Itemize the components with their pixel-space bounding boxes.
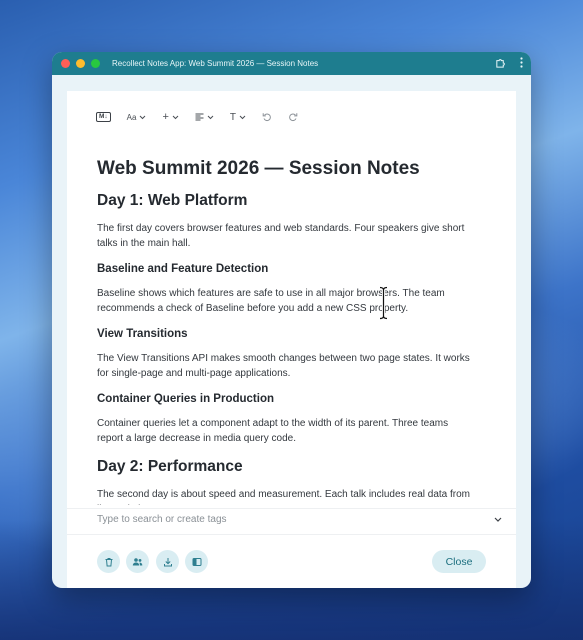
section-heading-baseline: Baseline and Feature Detection [97,263,269,275]
delete-button[interactable] [97,550,120,573]
chevron-down-icon [207,115,214,119]
format-toolbar: M↓ Aa + T [96,110,314,124]
align-menu-button[interactable] [195,113,214,121]
redo-icon [289,113,298,122]
download-button[interactable] [156,550,179,573]
align-left-icon [195,113,204,121]
more-menu-icon[interactable] [520,57,523,68]
close-button[interactable]: Close [432,550,486,573]
trash-icon [105,557,112,566]
chevron-down-icon [140,115,146,119]
panel-icon [192,557,201,566]
tag-bar [67,508,516,535]
people-icon [132,557,143,565]
title-bar[interactable]: Recollect Notes App: Web Summit 2026 — S… [52,52,531,75]
section-body-view-transitions: The View Transitions API makes smooth ch… [97,353,470,379]
sidebar-toggle-button[interactable] [185,550,208,573]
insert-label: + [162,111,169,123]
section-heading-view-transitions: View Transitions [97,328,188,340]
share-button[interactable] [126,550,149,573]
day1-heading: Day 1: Web Platform [97,192,248,209]
font-menu-button[interactable]: Aa [127,113,147,122]
day2-heading: Day 2: Performance [97,458,243,475]
text-style-label: T [229,111,237,123]
window-controls [61,59,100,68]
minimize-window-button[interactable] [76,59,85,68]
chevron-down-icon [172,115,179,119]
section-body-baseline: Baseline shows which features are safe t… [97,288,445,314]
section-body-container-queries: Container queries let a component adapt … [97,418,449,444]
close-window-button[interactable] [61,59,70,68]
text-cursor-icon [379,286,388,320]
note-content[interactable]: Web Summit 2026 — Session Notes Day 1: W… [97,157,477,505]
extension-icon[interactable] [495,57,506,68]
insert-menu-button[interactable]: + [162,111,179,123]
window-title: Recollect Notes App: Web Summit 2026 — S… [112,59,319,68]
day1-intro: The first day covers browser features an… [97,223,465,249]
text-style-menu-button[interactable]: T [230,112,246,123]
note-editor: M↓ Aa + T Web Summit 2026 — Session Note… [67,91,516,588]
chevron-down-icon[interactable] [494,517,502,522]
markdown-icon: M↓ [96,112,111,122]
zoom-window-button[interactable] [91,59,100,68]
undo-icon [262,113,271,122]
note-title: Web Summit 2026 — Session Notes [97,158,420,179]
tag-search-input[interactable] [97,514,467,525]
chevron-down-icon [239,115,246,119]
section-heading-container-queries: Container Queries in Production [97,393,274,405]
markdown-toggle-button[interactable]: M↓ [96,112,111,122]
download-icon [163,557,172,566]
font-label: Aa [126,112,137,122]
redo-button[interactable] [288,112,298,122]
undo-button[interactable] [262,112,272,122]
day2-intro: The second day is about speed and measur… [97,489,470,505]
app-window: Recollect Notes App: Web Summit 2026 — S… [52,52,531,588]
